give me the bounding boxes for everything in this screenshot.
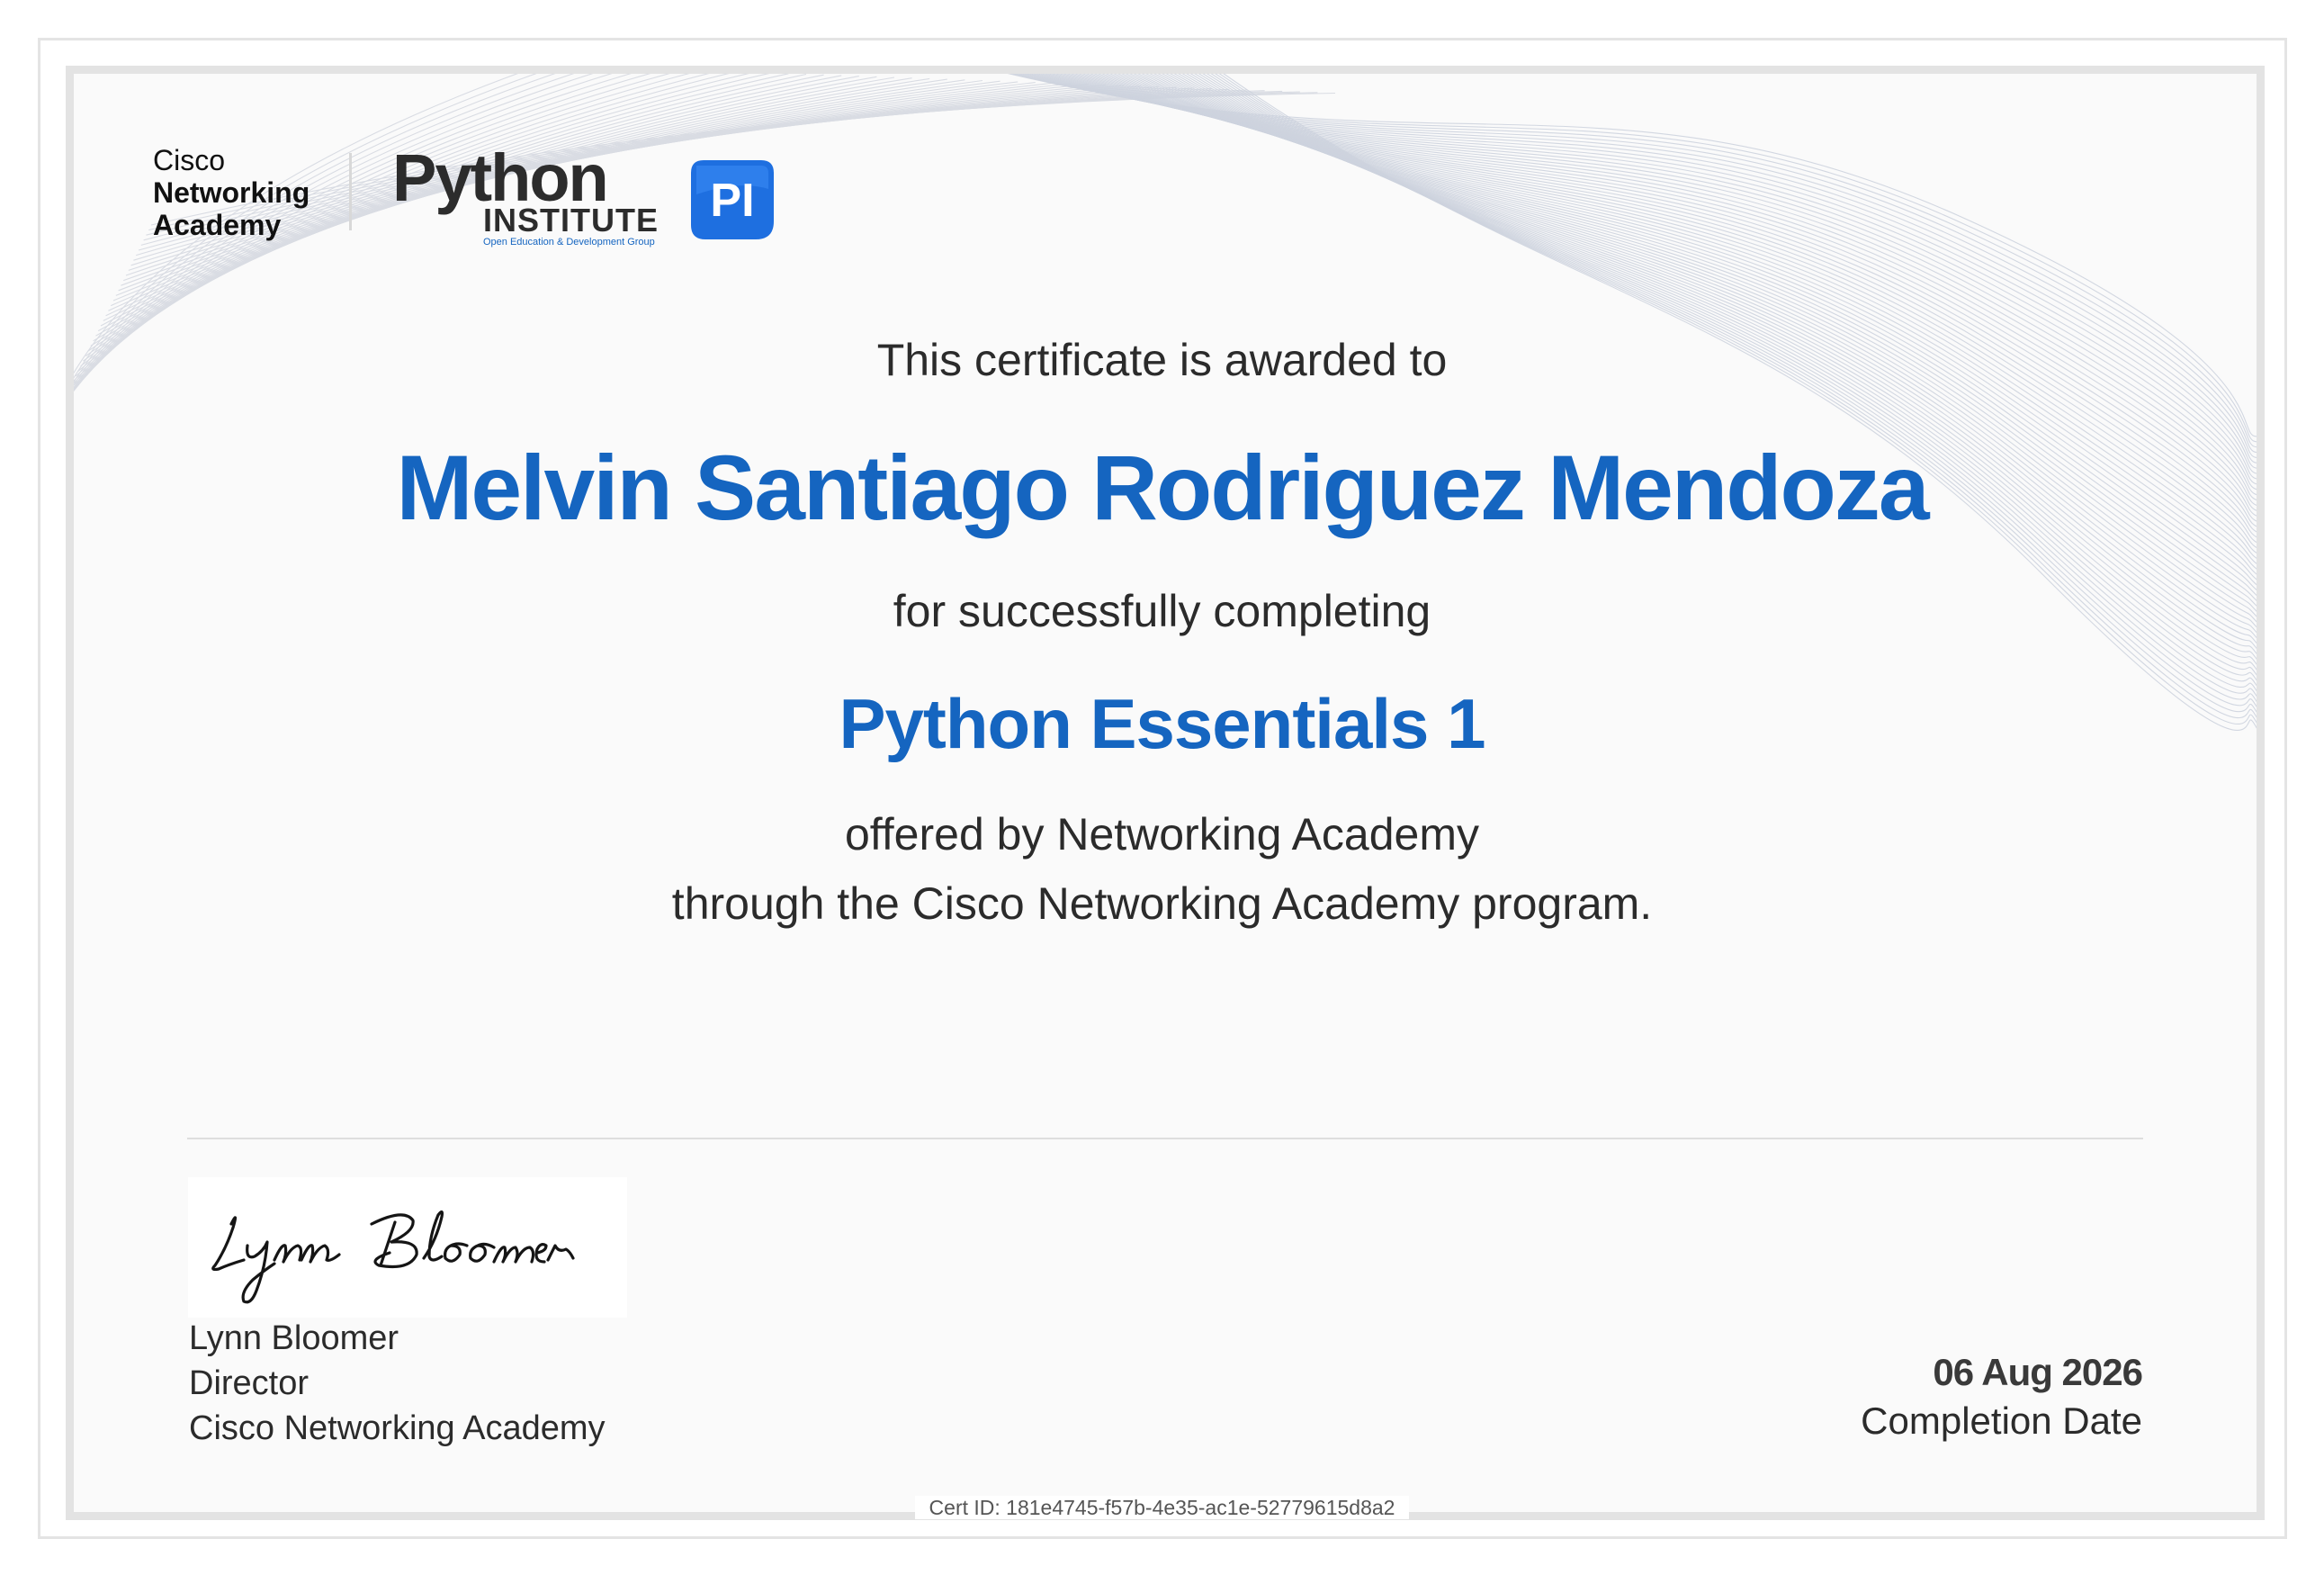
- wave-line-right: [1021, 74, 2257, 459]
- wave-line-left: [74, 74, 519, 374]
- cisco-logo-line-1: Cisco: [153, 144, 226, 176]
- wave-line-right: [1039, 74, 2257, 485]
- completing-text: for successfully completing: [893, 586, 1431, 636]
- certificate-id: Cert ID: 181e4745-f57b-4e35-ac1e-5277961…: [0, 1494, 2324, 1521]
- offered-by-text: offered by Networking Academy: [844, 809, 1479, 860]
- wave-line-right: [1223, 74, 2257, 731]
- course-name: Python Essentials 1: [839, 684, 1486, 763]
- python-institute-tagline: Open Education & Development Group: [483, 237, 655, 248]
- certificate-id-text: Cert ID: 181e4745-f57b-4e35-ac1e-5277961…: [914, 1496, 1410, 1519]
- python-institute-pi-badge-icon: PI: [691, 160, 774, 239]
- cisco-logo-line-3: Academy: [153, 209, 282, 241]
- wave-line-right: [1036, 74, 2257, 480]
- program-text: through the Cisco Networking Academy pro…: [671, 878, 1653, 929]
- wave-line-right: [1014, 74, 2257, 448]
- wave-line-right: [1044, 74, 2257, 490]
- wave-line-right: [1032, 74, 2257, 474]
- signature-divider: [187, 1138, 2143, 1139]
- pi-badge-text: PI: [710, 175, 754, 227]
- wave-line-right: [1028, 74, 2257, 469]
- completion-date: 06 Aug 2026: [1933, 1351, 2143, 1393]
- recipient-name: Melvin Santiago Rodriguez Mendoza: [396, 436, 1929, 539]
- signatory-block: Lynn Bloomer Director Cisco Networking A…: [189, 1316, 606, 1451]
- completion-date-label: Completion Date: [1861, 1400, 2142, 1442]
- awarded-to-text: This certificate is awarded to: [876, 335, 1448, 385]
- completion-date-block: 06 Aug 2026 Completion Date: [1861, 1348, 2143, 1445]
- signatory-title: Director: [189, 1364, 310, 1402]
- python-institute-logo-subword: INSTITUTE: [483, 202, 659, 238]
- wave-line-right: [1218, 74, 2257, 724]
- logo-divider: [349, 153, 352, 230]
- signatory-name: Lynn Bloomer: [189, 1319, 399, 1357]
- signatory-organization: Cisco Networking Academy: [189, 1409, 606, 1447]
- cisco-logo-line-2: Networking: [153, 176, 310, 209]
- cisco-networking-academy-logo: Cisco Networking Academy: [153, 144, 333, 241]
- wave-line-right: [1018, 74, 2257, 454]
- wave-line-left: [74, 74, 537, 379]
- wave-line-right: [1025, 74, 2257, 464]
- signature-image: [188, 1177, 627, 1318]
